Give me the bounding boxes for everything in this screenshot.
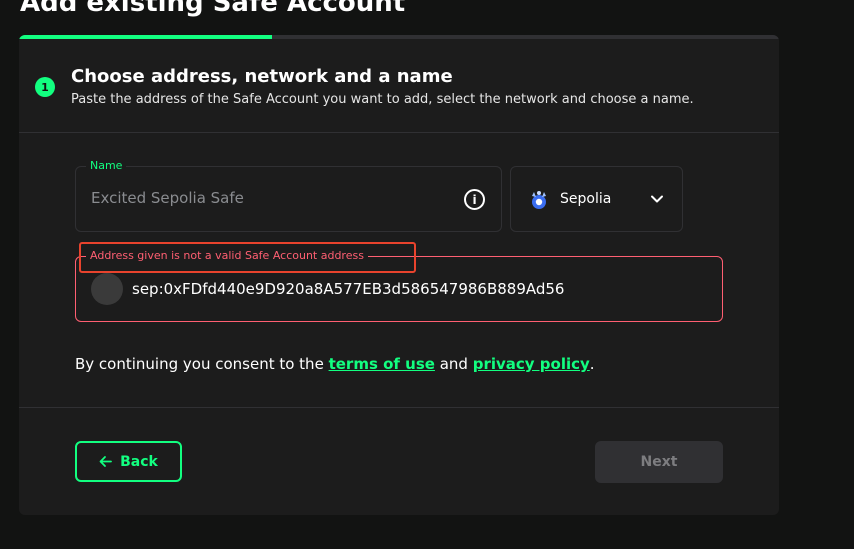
consent-middle: and — [434, 355, 473, 373]
step-title: Choose address, network and a name — [71, 66, 453, 87]
privacy-policy-link[interactable]: privacy policy — [473, 355, 590, 373]
address-input[interactable] — [132, 280, 712, 298]
terms-of-use-link[interactable]: terms of use — [329, 355, 435, 373]
sepolia-logo-icon — [532, 191, 546, 209]
name-field[interactable]: Name i — [75, 159, 502, 232]
arrow-left-icon — [99, 456, 113, 467]
address-avatar — [91, 273, 123, 305]
info-icon[interactable]: i — [464, 189, 485, 210]
step-subtitle: Paste the address of the Safe Account yo… — [71, 92, 694, 107]
footer-divider — [19, 407, 779, 408]
chevron-down-icon — [651, 195, 663, 203]
network-select[interactable]: Sepolia — [510, 166, 683, 232]
next-button[interactable]: Next — [595, 441, 723, 483]
error-highlight-box — [79, 242, 416, 273]
name-input[interactable] — [91, 189, 451, 207]
consent-suffix: . — [589, 355, 595, 373]
consent-prefix: By continuing you consent to the — [75, 355, 329, 373]
back-button[interactable]: Back — [75, 441, 182, 482]
page-title: Add existing Safe Account — [20, 0, 406, 18]
consent-text: By continuing you consent to the terms o… — [75, 355, 595, 373]
step-header: 1 Choose address, network and a name Pas… — [19, 39, 779, 133]
add-safe-card: 1 Choose address, network and a name Pas… — [19, 35, 779, 515]
network-name: Sepolia — [560, 191, 612, 207]
name-field-label: Name — [86, 159, 127, 172]
back-button-label: Back — [120, 453, 158, 470]
add-safe-page: Add existing Safe Account 1 Choose addre… — [0, 0, 854, 549]
step-number-badge: 1 — [35, 77, 55, 97]
